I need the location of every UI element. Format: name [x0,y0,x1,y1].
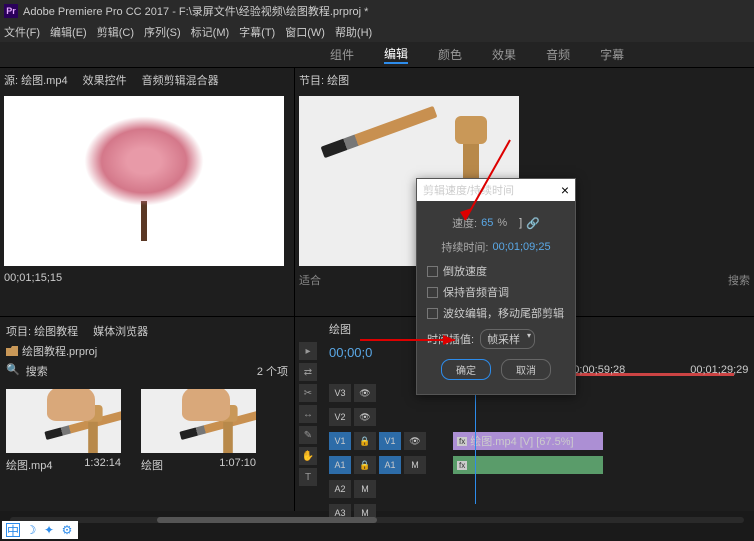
fx-badge: fx [457,437,467,446]
speed-duration-dialog: 剪辑速度/持续时间 × 速度: 65 % ] 🔗 持续时间: 00;01;09;… [416,178,576,395]
source-panel: 源: 绘图.mp4 效果控件 音频剪辑混合器 00;01;15;15 [0,68,295,316]
menu-clip[interactable]: 剪辑(C) [97,24,134,40]
menu-title[interactable]: 字幕(T) [239,24,275,40]
program-fit[interactable]: 适合 [299,272,321,288]
thumb-dur: 1:07:10 [219,457,256,473]
gear-icon[interactable]: ⚙ [60,523,74,537]
ime-status: 中 ☽ ✦ ⚙ [2,521,78,539]
interp-dropdown[interactable]: 帧采样 [480,329,535,349]
workspace-tabs: 组件 编辑 颜色 效果 音频 字幕 [0,42,754,68]
source-timecode[interactable]: 00;01;15;15 [4,272,62,284]
track-mute[interactable]: M [404,456,426,474]
duration-label: 持续时间: [441,239,488,255]
folder-icon [6,346,18,356]
thumb-name: 绘图.mp4 [6,457,52,473]
dialog-title: 剪辑速度/持续时间 [423,182,514,198]
track-toggle[interactable]: 👁 [354,384,376,402]
clip-label: 绘图.mp4 [V] [67.5%] [470,433,573,449]
razor-tool-icon[interactable]: ✂ [299,384,317,402]
track-v3[interactable]: V3 [329,384,351,402]
app-icon: Pr [4,4,18,18]
timeline-tools: ▸ ⇄ ✂ ↔ ✎ ✋ T [299,342,321,486]
source-tab[interactable]: 源: 绘图.mp4 [4,72,68,92]
ws-tab-color[interactable]: 颜色 [438,46,462,63]
project-panel: 项目: 绘图教程 媒体浏览器 绘图教程.prproj 🔍 搜索 2 个项 绘图.… [0,317,295,511]
sparkle-icon[interactable]: ✦ [42,523,56,537]
track-lock[interactable]: 🔒 [354,432,376,450]
thumb-name: 绘图 [141,457,163,473]
track-v1[interactable]: V1 [379,432,401,450]
track-mute[interactable]: M [354,480,376,498]
link-bracket-icon[interactable]: ] [519,217,522,229]
interp-label: 时间插值: [427,331,474,347]
track-toggle[interactable]: 👁 [404,432,426,450]
menu-window[interactable]: 窗口(W) [285,24,325,40]
bin-item-0[interactable]: 绘图.mp4 1:32:14 [6,389,121,473]
ripple-checkbox[interactable] [427,308,438,319]
audio-mixer-tab[interactable]: 音频剪辑混合器 [142,72,219,92]
cancel-button[interactable]: 取消 [501,359,551,380]
thumb-dur: 1:32:14 [84,457,121,473]
pitch-label: 保持音频音调 [443,284,509,300]
menu-help[interactable]: 帮助(H) [335,24,372,40]
search-icon[interactable]: 🔍 [6,363,20,379]
menubar: 文件(F) 编辑(E) 剪辑(C) 序列(S) 标记(M) 字幕(T) 窗口(W… [0,22,754,42]
horizontal-scrollbar[interactable] [10,517,744,523]
project-search[interactable]: 搜索 [26,363,48,379]
link-icon[interactable]: 🔗 [526,217,540,230]
pitch-checkbox[interactable] [427,287,438,298]
ime-icon[interactable]: 中 [6,523,20,537]
close-icon[interactable]: × [561,182,569,198]
track-a2[interactable]: A2 [329,480,351,498]
ws-tab-assembly[interactable]: 组件 [330,46,354,63]
ws-tab-audio[interactable]: 音频 [546,46,570,63]
src-v1[interactable]: V1 [329,432,351,450]
ws-tab-captions[interactable]: 字幕 [600,46,624,63]
reverse-checkbox[interactable] [427,266,438,277]
pen-tool-icon[interactable]: ✎ [299,426,317,444]
selection-tool-icon[interactable]: ▸ [299,342,317,360]
track-v2[interactable]: V2 [329,408,351,426]
program-tab[interactable]: 节目: 绘图 [299,75,349,87]
menu-marker[interactable]: 标记(M) [191,24,230,40]
media-browser-tab[interactable]: 媒体浏览器 [93,323,148,339]
ws-tab-editing[interactable]: 编辑 [384,45,408,64]
track-a1[interactable]: A1 [379,456,401,474]
sequence-tab[interactable]: 绘图 [329,321,351,337]
project-tab[interactable]: 项目: 绘图教程 [6,323,78,339]
bin-item-1[interactable]: 绘图 1:07:10 [141,389,256,473]
ruler-mark: 00;01;29;29 [690,364,748,380]
percent-label: % [497,217,507,229]
speed-label: 速度: [452,215,477,231]
program-search[interactable]: 搜索 [728,272,750,288]
effect-controls-tab[interactable]: 效果控件 [83,72,127,92]
track-toggle[interactable]: 👁 [354,408,376,426]
hand-tool-icon[interactable]: ✋ [299,447,317,465]
ripple-label: 波纹编辑，移动尾部剪辑 [443,305,564,321]
track-lock[interactable]: 🔒 [354,456,376,474]
project-count: 2 个项 [257,363,288,379]
fx-badge: fx [457,461,467,470]
speed-value[interactable]: 65 [481,217,493,229]
ok-button[interactable]: 确定 [441,359,491,380]
ripple-tool-icon[interactable]: ⇄ [299,363,317,381]
menu-edit[interactable]: 编辑(E) [50,24,87,40]
slip-tool-icon[interactable]: ↔ [299,405,317,423]
project-crumb[interactable]: 绘图教程.prproj [22,343,97,359]
menu-file[interactable]: 文件(F) [4,24,40,40]
window-title: Adobe Premiere Pro CC 2017 - F:\录屏文件\经验视… [23,3,368,19]
source-monitor[interactable] [4,96,284,266]
src-a1[interactable]: A1 [329,456,351,474]
type-tool-icon[interactable]: T [299,468,317,486]
reverse-label: 倒放速度 [443,263,487,279]
moon-icon[interactable]: ☽ [24,523,38,537]
duration-value[interactable]: 00;01;09;25 [492,241,550,253]
menu-sequence[interactable]: 序列(S) [144,24,181,40]
ws-tab-effects[interactable]: 效果 [492,46,516,63]
